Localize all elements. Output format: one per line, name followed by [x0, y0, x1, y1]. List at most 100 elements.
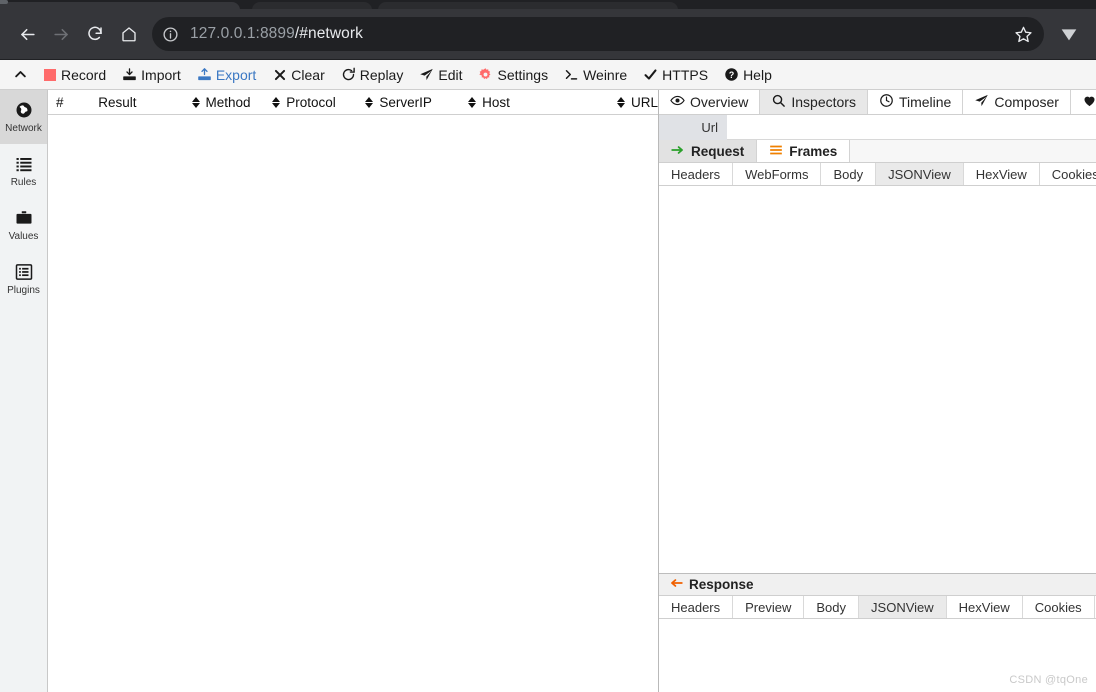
sidebar-item-label: Values	[8, 231, 39, 242]
request-subtab-hexview[interactable]: HexView	[963, 163, 1040, 185]
column-header-protocol[interactable]: Protocol	[270, 94, 363, 110]
list-icon	[14, 154, 34, 174]
column-label: URL	[630, 94, 658, 110]
toolbar-label: HTTPS	[662, 66, 709, 83]
tab-tools[interactable]: Tools	[1070, 90, 1096, 114]
subtab-label: HexView	[975, 166, 1027, 182]
response-subtab-headers[interactable]: Headers	[659, 596, 734, 618]
tab-inspectors[interactable]: Inspectors	[760, 90, 868, 114]
network-list-panel: # Result Method Protocol ServerIP Host U…	[48, 90, 659, 692]
response-subtab-cookies[interactable]: Cookies	[1022, 596, 1095, 618]
toolbar-import-button[interactable]: Import	[114, 61, 189, 89]
response-subtab-preview[interactable]: Preview	[733, 596, 805, 618]
request-subtab-webforms[interactable]: WebForms	[733, 163, 822, 185]
browser-tab[interactable]	[252, 2, 372, 9]
eye-icon	[670, 93, 685, 111]
back-arrow-icon[interactable]	[10, 17, 44, 51]
tab-label: Composer	[994, 94, 1059, 110]
sidebar-item-values[interactable]: Values	[0, 198, 47, 252]
sidebar-item-rules[interactable]: Rules	[0, 144, 47, 198]
subtab-label: Cookies	[1034, 599, 1082, 615]
toolbar-replay-button[interactable]: Replay	[333, 61, 412, 89]
column-header-method[interactable]: Method	[190, 94, 271, 110]
sort-toggle-icon[interactable]	[270, 94, 282, 110]
tab-timeline[interactable]: Timeline	[867, 90, 964, 114]
tab-composer[interactable]: Composer	[963, 90, 1071, 114]
tab-label: Timeline	[898, 94, 952, 110]
url-path: /#network	[294, 25, 363, 42]
toolbar-https-button[interactable]: HTTPS	[635, 61, 716, 89]
request-subtab-cookies[interactable]: Cookies	[1039, 163, 1096, 185]
record-square-icon	[42, 67, 57, 82]
browser-tab[interactable]	[378, 2, 678, 9]
site-info-icon[interactable]	[156, 20, 184, 48]
browser-tab-strip[interactable]	[0, 0, 1096, 9]
response-subtab-jsonview[interactable]: JSONView	[859, 596, 947, 618]
response-label: Response	[689, 577, 754, 592]
column-header-serverip[interactable]: ServerIP	[363, 94, 466, 110]
close-x-icon	[272, 67, 287, 82]
toolbar-record-button[interactable]: Record	[34, 61, 114, 89]
watermark: CSDN @tqOne	[1009, 674, 1088, 686]
inspector-tab-bar: Overview Inspectors Timeline Composer	[659, 90, 1096, 115]
column-header-result[interactable]: Result	[98, 95, 189, 110]
chevron-down-icon[interactable]	[1052, 17, 1086, 51]
sort-toggle-icon[interactable]	[615, 94, 627, 110]
column-header-index[interactable]: #	[48, 95, 98, 110]
reload-icon[interactable]	[78, 17, 112, 51]
address-bar-text[interactable]: 127.0.0.1:8899/#network	[184, 25, 1008, 43]
chevron-up-icon[interactable]	[6, 61, 34, 89]
browser-chrome: 127.0.0.1:8899/#network	[0, 0, 1096, 60]
globe-icon	[14, 100, 34, 120]
url-input[interactable]	[727, 115, 1096, 140]
address-bar[interactable]: 127.0.0.1:8899/#network	[152, 17, 1044, 51]
toolbar-settings-button[interactable]: Settings	[470, 61, 556, 89]
subtab-label: JSONView	[871, 599, 934, 615]
column-header-url[interactable]: URL	[615, 94, 658, 110]
sidebar-item-network[interactable]: Network	[0, 90, 47, 144]
toolbar-clear-button[interactable]: Clear	[264, 61, 332, 89]
tab-frames[interactable]: Frames	[757, 140, 851, 162]
subtab-label: Headers	[671, 166, 721, 182]
sort-toggle-icon[interactable]	[190, 94, 202, 110]
toolbar-weinre-button[interactable]: Weinre	[556, 61, 635, 89]
tab-indicator	[0, 0, 8, 4]
sort-toggle-icon[interactable]	[466, 94, 478, 110]
refresh-icon	[341, 67, 356, 82]
checkmark-icon	[643, 67, 658, 82]
bookmark-star-icon[interactable]	[1008, 19, 1038, 49]
toolbar-label: Record	[61, 66, 107, 83]
toolbar-edit-button[interactable]: Edit	[411, 61, 470, 89]
url-field-label: Url	[659, 115, 727, 140]
briefcase-icon	[14, 208, 34, 228]
request-content-pane[interactable]	[659, 186, 1096, 573]
tab-request[interactable]: Request	[659, 140, 758, 162]
tab-overview[interactable]: Overview	[659, 90, 761, 114]
column-label: Method	[205, 94, 251, 110]
browser-navigation-bar: 127.0.0.1:8899/#network	[0, 9, 1096, 60]
column-header-host[interactable]: Host	[466, 94, 615, 110]
svg-text:?: ?	[729, 70, 734, 80]
response-subtab-body[interactable]: Body	[804, 596, 860, 618]
inspector-panel: Overview Inspectors Timeline Composer Ur…	[659, 90, 1096, 692]
toolbar-export-button[interactable]: Export	[189, 61, 264, 89]
toolbar-help-button[interactable]: ? Help	[716, 61, 780, 89]
tab-label: Overview	[690, 94, 749, 110]
app-toolbar: Record Import Export Clear Replay Edit S…	[0, 60, 1096, 90]
request-subtab-headers[interactable]: Headers	[659, 163, 734, 185]
tab-label: Inspectors	[791, 94, 856, 110]
browser-tab[interactable]	[0, 2, 240, 9]
gear-icon	[478, 67, 493, 82]
response-subtab-hexview[interactable]: HexView	[946, 596, 1023, 618]
request-subtab-jsonview[interactable]: JSONView	[876, 163, 964, 185]
response-content-pane[interactable]: CSDN @tqOne	[659, 619, 1096, 692]
green-right-arrow-icon	[671, 144, 685, 159]
network-table-body[interactable]	[48, 115, 658, 692]
request-subtab-body[interactable]: Body	[821, 163, 877, 185]
sidebar-item-plugins[interactable]: Plugins	[0, 252, 47, 306]
response-section-header[interactable]: Response	[659, 573, 1096, 596]
home-icon[interactable]	[112, 17, 146, 51]
toolbar-label: Import	[141, 66, 181, 83]
sort-toggle-icon[interactable]	[363, 94, 375, 110]
paper-plane-icon	[974, 93, 989, 111]
